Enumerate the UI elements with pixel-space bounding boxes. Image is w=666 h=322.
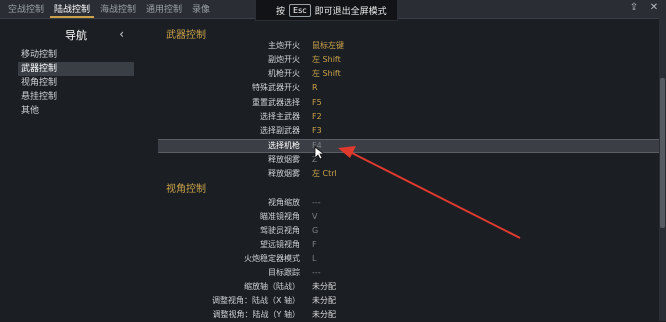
annotation-arrow bbox=[338, 146, 521, 239]
mouse-cursor-icon bbox=[314, 146, 324, 160]
